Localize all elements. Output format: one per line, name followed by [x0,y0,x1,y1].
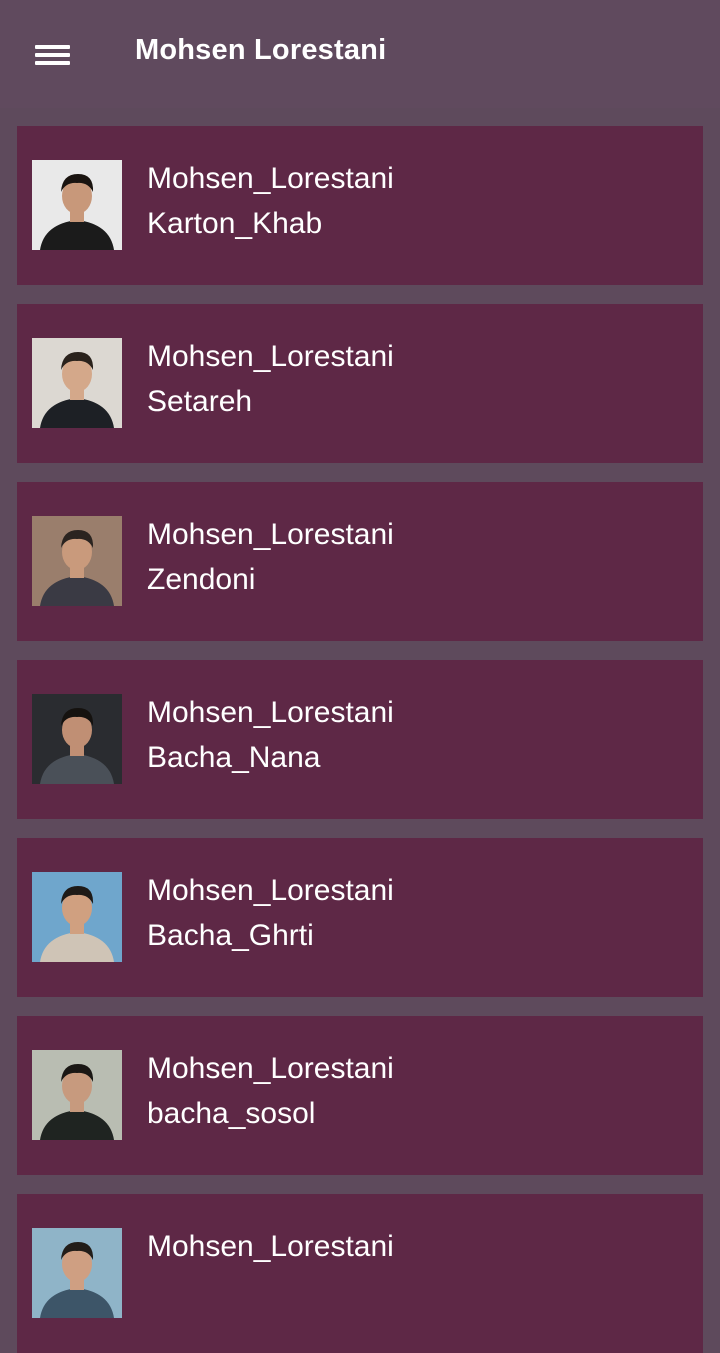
song-list-item[interactable]: Mohsen_Lorestani bacha_sosol [17,1016,703,1175]
song-list-item[interactable]: Mohsen_Lorestani Karton_Khab [17,126,703,285]
artist-thumbnail [32,338,122,428]
song-artist-label: Mohsen_Lorestani [147,1230,394,1263]
artist-thumbnail [32,872,122,962]
song-artist-label: Mohsen_Lorestani [147,340,394,373]
song-title-label: Zendoni [147,563,256,596]
song-artist-label: Mohsen_Lorestani [147,874,394,907]
song-list-item[interactable]: Mohsen_Lorestani Setareh [17,304,703,463]
song-list-item[interactable]: Mohsen_Lorestani Bacha_Nana [17,660,703,819]
song-title-label: Karton_Khab [147,207,323,240]
artist-thumbnail [32,160,122,250]
hamburger-menu-icon[interactable] [35,42,71,68]
song-title-label: bacha_sosol [147,1097,316,1130]
song-title-label: Setareh [147,385,253,418]
song-artist-label: Mohsen_Lorestani [147,162,394,195]
song-list-item[interactable]: Mohsen_Lorestani Bacha_Ghrti [17,838,703,997]
song-list-item[interactable]: Mohsen_Lorestani Zendoni [17,482,703,641]
song-list-item[interactable]: Mohsen_Lorestani [17,1194,703,1353]
artist-thumbnail [32,516,122,606]
song-title-label: Bacha_Ghrti [147,919,314,952]
app-title: Mohsen Lorestani [135,34,387,66]
song-artist-label: Mohsen_Lorestani [147,1052,394,1085]
artist-thumbnail [32,1228,122,1318]
song-title-label: Bacha_Nana [147,741,321,774]
artist-thumbnail [32,1050,122,1140]
app-bar: Mohsen Lorestani [0,0,720,108]
song-artist-label: Mohsen_Lorestani [147,518,394,551]
song-artist-label: Mohsen_Lorestani [147,696,394,729]
artist-thumbnail [32,694,122,784]
